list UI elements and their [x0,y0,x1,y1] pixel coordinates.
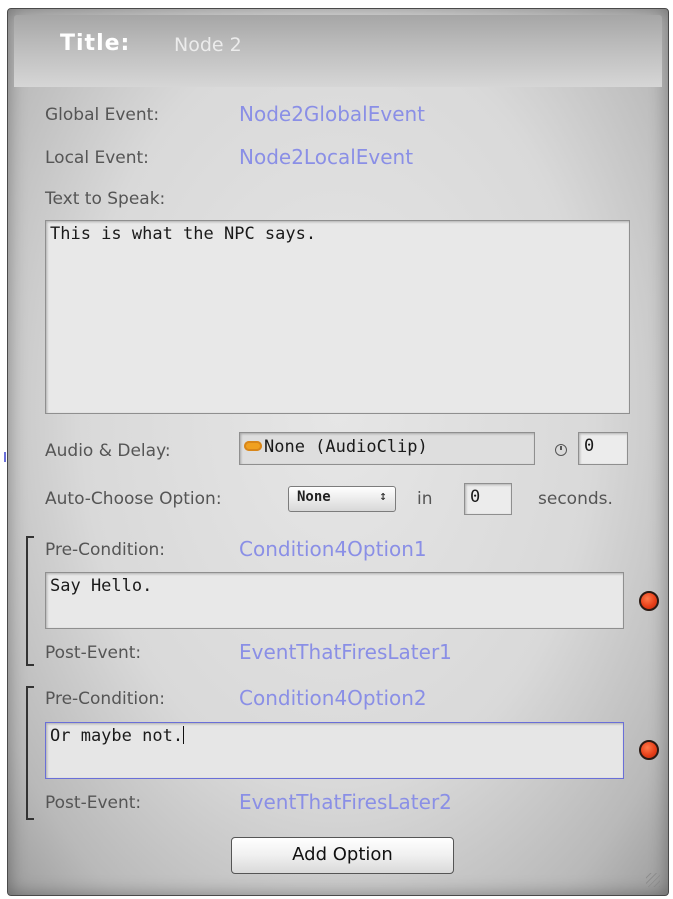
text-to-speak-field[interactable]: This is what the NPC says. [45,220,630,414]
title-value: Node 2 [174,34,242,56]
option-2-precondition-label: Pre-Condition: [45,689,166,709]
option-1-text-field[interactable]: Say Hello. [45,572,624,629]
audio-clip-field[interactable]: None (AudioClip) [239,432,535,465]
option-2-postevent-value[interactable]: EventThatFiresLater2 [239,790,452,814]
local-event-value[interactable]: Node2LocalEvent [239,145,413,169]
option-2-remove-dot[interactable] [639,740,659,760]
seconds-label: seconds. [538,489,613,509]
select-arrows-icon: ↕ [379,489,387,504]
resize-handle-icon[interactable] [646,873,660,887]
auto-choose-label: Auto-Choose Option: [45,489,222,509]
local-event-label: Local Event: [45,148,149,168]
audio-clip-value: None (AudioClip) [264,437,428,457]
auto-choose-in-label: in [417,489,433,509]
option-1-bracket [26,536,34,666]
option-1-postevent-value[interactable]: EventThatFiresLater1 [239,640,452,664]
audio-delay-label: Audio & Delay: [45,441,171,461]
text-caret [183,726,185,744]
left-edge-marker [4,452,6,462]
option-1-remove-dot[interactable] [639,591,659,611]
auto-choose-selected: None [297,489,331,505]
option-2-text-field[interactable]: Or maybe not. [45,722,624,779]
option-1-precondition-label: Pre-Condition: [45,540,166,560]
node-editor-window: Title: Node 2 Global Event: Node2GlobalE… [7,8,669,896]
text-to-speak-label: Text to Speak: [45,189,166,209]
title-label: Title: [60,31,131,56]
title-bar[interactable]: Title: Node 2 [14,15,662,87]
global-event-label: Global Event: [45,105,160,125]
audio-clip-icon [244,441,262,451]
option-2-precondition-value[interactable]: Condition4Option2 [239,686,427,710]
option-1-precondition-value[interactable]: Condition4Option1 [239,537,427,561]
option-2-bracket [26,686,34,820]
auto-choose-seconds-input[interactable]: 0 [464,483,512,515]
delay-input[interactable]: 0 [578,432,628,465]
option-2-text: Or maybe not. [50,726,184,746]
global-event-value[interactable]: Node2GlobalEvent [239,102,425,126]
option-1-postevent-label: Post-Event: [45,643,142,663]
clock-icon [555,444,567,456]
option-2-postevent-label: Post-Event: [45,793,142,813]
auto-choose-select[interactable]: None ↕ [288,486,396,512]
add-option-button[interactable]: Add Option [231,837,454,874]
